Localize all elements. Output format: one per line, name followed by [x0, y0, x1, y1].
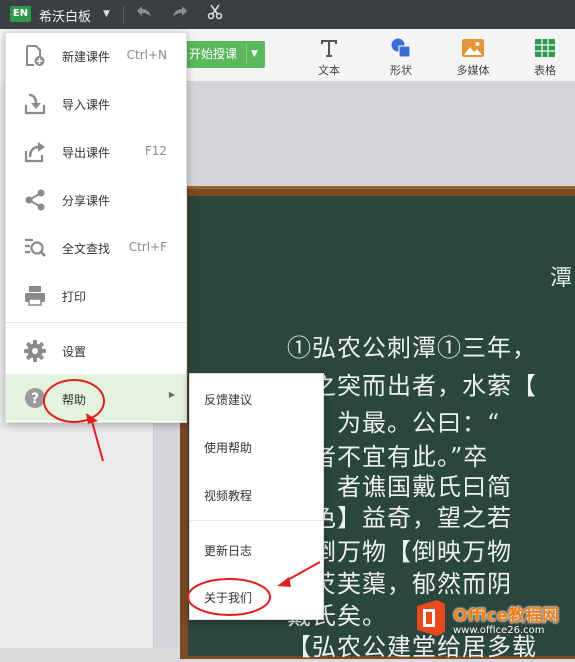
- shape-tool-label: 形状: [390, 64, 412, 77]
- shape-icon: [376, 35, 426, 61]
- office-logo-icon: [413, 598, 449, 638]
- submenu-item-label: 使用帮助: [204, 441, 253, 455]
- submenu-item-changelog[interactable]: 更新日志: [190, 526, 323, 572]
- app-logo: EN: [10, 6, 31, 22]
- image-icon: [448, 35, 498, 61]
- media-tool-button[interactable]: 多媒体: [448, 35, 498, 79]
- undo-icon[interactable]: [133, 4, 155, 24]
- scissors-icon[interactable]: [204, 4, 226, 24]
- submenu-item-label: 更新日志: [204, 544, 253, 558]
- search-doc-icon: [23, 237, 47, 259]
- help-submenu: 反馈建议 使用帮助 视频教程 更新日志 关于我们: [189, 373, 324, 620]
- submenu-arrow-icon: ▶: [168, 390, 175, 399]
- menu-shortcut: Ctrl+N: [126, 48, 167, 62]
- menu-item-label: 分享课件: [62, 194, 111, 208]
- menu-item-label: 导入课件: [62, 98, 111, 112]
- menu-divider: [6, 322, 186, 323]
- new-file-icon: [23, 45, 47, 67]
- table-tool-label: 表格: [534, 64, 556, 77]
- start-dropdown-icon[interactable]: ▼: [251, 41, 258, 68]
- app-name-menu[interactable]: 希沃白板: [39, 6, 91, 25]
- menu-shortcut: Ctrl+F: [128, 240, 167, 254]
- import-icon: [23, 93, 47, 115]
- file-menu: 新建课件 Ctrl+N 导入课件 导出课件 F12 分享课件 全文查找 Ctrl…: [5, 32, 187, 423]
- export-icon: [23, 141, 47, 163]
- submenu-item-label: 反馈建议: [204, 393, 253, 407]
- media-tool-label: 多媒体: [456, 64, 490, 77]
- titlebar-divider: [123, 6, 124, 23]
- caret-down-icon[interactable]: ▼: [103, 9, 110, 19]
- menu-item-find[interactable]: 全文查找 Ctrl+F: [6, 226, 186, 270]
- split-divider: [246, 44, 247, 65]
- menu-item-import[interactable]: 导入课件: [6, 82, 186, 126]
- watermark-url: www.office26.com: [453, 625, 545, 636]
- help-icon: ?: [23, 387, 47, 409]
- start-teaching-label: 开始授课: [189, 47, 238, 61]
- menu-item-help[interactable]: ? 帮助 ▶: [6, 374, 186, 421]
- menu-item-label: 设置: [62, 345, 87, 359]
- text-icon: [304, 35, 354, 61]
- watermark-title: Office教程网: [453, 606, 560, 626]
- menu-item-print[interactable]: 打印: [6, 274, 186, 318]
- title-bar: EN 希沃白板 ▼: [0, 0, 575, 29]
- submenu-item-label: 视频教程: [204, 489, 253, 503]
- menu-item-settings[interactable]: 设置: [6, 329, 186, 373]
- submenu-item-video[interactable]: 视频教程: [190, 471, 323, 517]
- submenu-item-about[interactable]: 关于我们: [190, 573, 323, 619]
- redo-icon[interactable]: [169, 4, 191, 24]
- submenu-item-feedback[interactable]: 反馈建议: [190, 375, 323, 421]
- slide-title: 潭: [550, 266, 573, 291]
- menu-item-export[interactable]: 导出课件 F12: [6, 130, 186, 174]
- start-teaching-button[interactable]: 开始授课 ▼: [185, 41, 265, 68]
- gear-icon: [23, 340, 47, 362]
- text-tool-button[interactable]: 文本: [304, 35, 354, 79]
- table-icon: [520, 35, 570, 61]
- submenu-item-help[interactable]: 使用帮助: [190, 423, 323, 469]
- svg-text:?: ?: [31, 391, 39, 407]
- printer-icon: [23, 285, 47, 307]
- menu-item-new[interactable]: 新建课件 Ctrl+N: [6, 34, 186, 78]
- slide-text-line: ①弘农公刺潭①三年，: [287, 334, 537, 362]
- submenu-item-label: 关于我们: [204, 591, 253, 605]
- shape-tool-button[interactable]: 形状: [376, 35, 426, 79]
- slide-text-line: 岸之突而出者，水萦【: [287, 372, 537, 400]
- text-tool-label: 文本: [318, 64, 340, 77]
- menu-item-label: 帮助: [62, 393, 87, 407]
- table-tool-button[interactable]: 表格: [520, 35, 570, 79]
- submenu-divider: [190, 520, 323, 521]
- watermark: Office教程网 www.office26.com: [413, 598, 575, 648]
- menu-item-label: 新建课件: [62, 50, 111, 64]
- share-icon: [23, 189, 47, 211]
- menu-item-label: 全文查找: [62, 242, 111, 256]
- menu-shortcut: F12: [144, 144, 167, 158]
- menu-item-share[interactable]: 分享课件: [6, 178, 186, 222]
- menu-item-label: 打印: [62, 290, 87, 304]
- menu-item-label: 导出课件: [62, 146, 111, 160]
